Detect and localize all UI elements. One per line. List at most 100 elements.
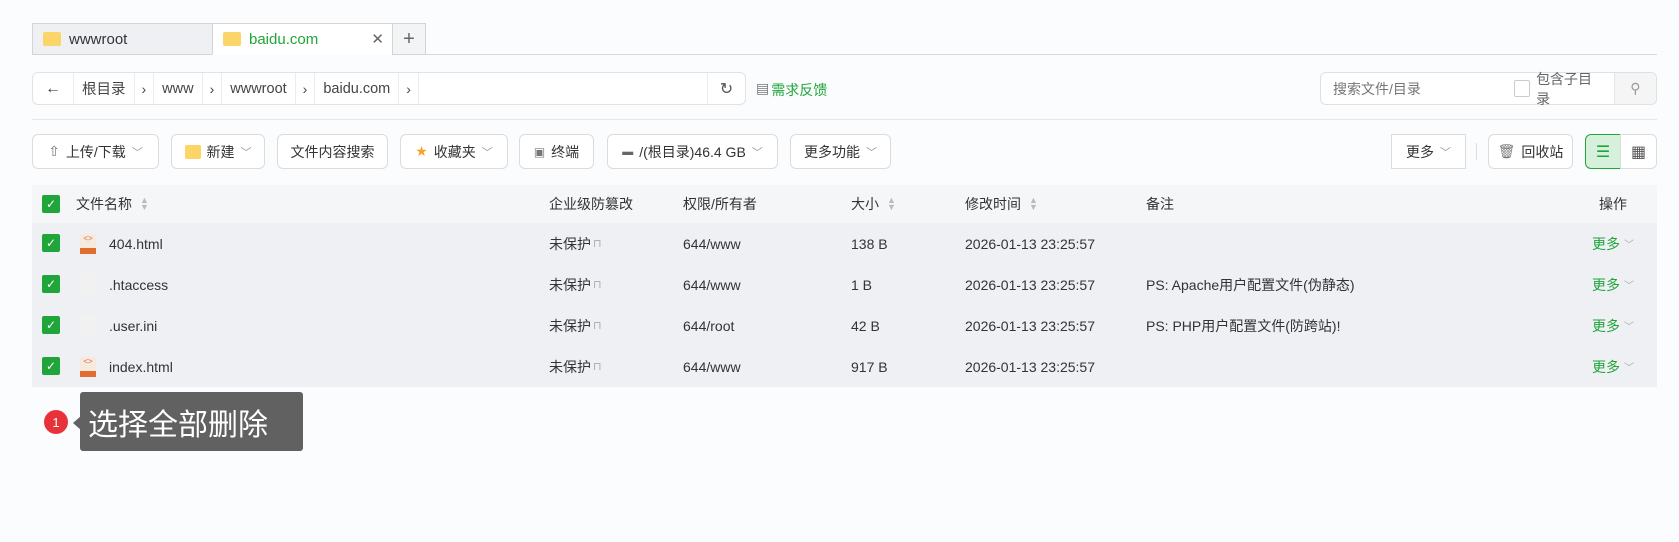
chevron-down-icon: ﹀ — [866, 146, 877, 159]
button-label: 更多功能 — [804, 143, 860, 160]
select-all-checkbox[interactable]: ✓ — [42, 195, 60, 213]
column-label: 企业级防篡改 — [549, 196, 633, 212]
tamper-status[interactable]: 未保护 ⊓ — [549, 346, 602, 387]
text-file-icon — [80, 315, 96, 335]
sort-icon: ▲ ▼ — [1029, 195, 1038, 212]
chevron-down-icon: ﹀ — [751, 146, 763, 159]
recycle-bin-button[interactable]: 🗑 回收站 — [1488, 134, 1573, 169]
tamper-label: 未保护 — [549, 235, 591, 252]
row-checkbox[interactable]: ✓ — [42, 357, 60, 375]
file-name[interactable]: 404.html — [109, 223, 163, 264]
chevron-down-icon: ﹀ — [131, 146, 143, 159]
tamper-status[interactable]: 未保护 ⊓ — [549, 264, 602, 305]
file-name[interactable]: .htaccess — [109, 264, 168, 305]
modified-time: 2026-01-13 23:25:57 — [965, 276, 1095, 293]
row-more-button[interactable]: 更多 ﹀ — [1592, 346, 1634, 387]
close-tab-icon[interactable]: ✕ — [371, 30, 384, 48]
include-subdir-checkbox[interactable] — [1514, 80, 1531, 97]
row-checkbox[interactable]: ✓ — [42, 234, 60, 252]
content-search-button[interactable]: 文件内容搜索 — [277, 134, 388, 169]
file-name[interactable]: .user.ini — [109, 305, 157, 346]
button-label: 收藏夹 — [433, 143, 476, 160]
refresh-icon[interactable]: ↻ — [707, 73, 745, 104]
row-more-button[interactable]: 更多 ﹀ — [1592, 264, 1634, 305]
chevron-right-icon[interactable]: › — [135, 73, 155, 104]
breadcrumb-item[interactable]: baidu.com — [315, 73, 400, 104]
html-file-icon: <> — [80, 357, 96, 377]
row-checkbox[interactable]: ✓ — [42, 316, 60, 334]
column-tamper: 企业级防篡改 — [549, 185, 633, 223]
table-row[interactable]: ✓ .user.ini 未保护 ⊓ 644/root 42 B 2026-01-1… — [32, 305, 1657, 346]
list-icon: ☰ — [1595, 143, 1611, 161]
modified-time: 2026-01-13 23:25:57 — [965, 317, 1095, 334]
tamper-status[interactable]: 未保护 ⊓ — [549, 305, 602, 346]
unlock-icon: ⊓ — [593, 279, 602, 291]
note[interactable]: PS: Apache用户配置文件(伪静态) — [1146, 264, 1355, 305]
button-label: 文件内容搜索 — [290, 143, 375, 160]
button-label: 更多 — [1406, 143, 1434, 160]
new-button[interactable]: 新建 ﹀ — [171, 134, 265, 169]
separator — [1476, 143, 1477, 160]
text-file-icon — [80, 274, 96, 294]
tab-baidu-com[interactable]: baidu.com ✕ — [212, 23, 393, 55]
permission[interactable]: 644/www — [683, 223, 741, 264]
permission[interactable]: 644/root — [683, 305, 734, 346]
trash-icon: 🗑 — [1497, 143, 1516, 159]
favorites-button[interactable]: ★ 收藏夹 ﹀ — [400, 134, 508, 169]
breadcrumb-item[interactable]: www — [154, 73, 203, 104]
tamper-status[interactable]: 未保护 ⊓ — [549, 223, 602, 264]
note[interactable]: PS: PHP用户配置文件(防跨站)! — [1146, 305, 1340, 346]
row-more-button[interactable]: 更多 ﹀ — [1592, 223, 1634, 264]
sort-icon: ▲ ▼ — [140, 195, 149, 212]
more-button[interactable]: 更多 ﹀ — [1391, 134, 1466, 169]
grid-view-button[interactable]: ▦ — [1620, 134, 1657, 169]
unlock-icon: ⊓ — [593, 238, 602, 250]
permission[interactable]: 644/www — [683, 346, 741, 387]
disk-button[interactable]: ▬ /(根目录)46.4 GB ﹀ — [607, 134, 778, 169]
grid-icon: ▦ — [1630, 143, 1647, 161]
column-size[interactable]: 大小 ▲ ▼ — [851, 185, 896, 223]
chevron-down-icon: ﹀ — [240, 146, 252, 159]
column-mtime[interactable]: 修改时间 ▲ ▼ — [965, 185, 1038, 223]
more-label: 更多 — [1592, 235, 1620, 252]
html-file-icon: <> — [80, 234, 96, 254]
upload-download-button[interactable]: ⇧ 上传/下载 ﹀ — [32, 134, 159, 169]
row-more-button[interactable]: 更多 ﹀ — [1592, 305, 1634, 346]
row-checkbox[interactable]: ✓ — [42, 275, 60, 293]
back-arrow-icon[interactable]: ← — [33, 73, 74, 104]
column-name[interactable]: 文件名称 ▲ ▼ — [76, 185, 149, 223]
chevron-down-icon: ﹀ — [1624, 363, 1634, 374]
column-note: 备注 — [1146, 185, 1174, 223]
terminal-button[interactable]: ▣ 终端 — [519, 134, 594, 169]
modified-time: 2026-01-13 23:25:57 — [965, 235, 1095, 252]
breadcrumb-item[interactable]: wwwroot — [222, 73, 296, 104]
column-label: 操作 — [1599, 196, 1627, 212]
feedback-link[interactable]: ▤ 需求反馈 — [756, 80, 827, 100]
chevron-down-icon: ﹀ — [1624, 240, 1634, 251]
chevron-down-icon: ﹀ — [1624, 322, 1634, 333]
button-label: 回收站 — [1521, 143, 1564, 160]
list-view-button[interactable]: ☰ — [1585, 134, 1621, 169]
chevron-right-icon[interactable]: › — [203, 73, 223, 104]
permission[interactable]: 644/www — [683, 264, 741, 305]
more-label: 更多 — [1592, 276, 1620, 293]
search-icon[interactable]: ⚲ — [1613, 73, 1656, 104]
chevron-right-icon[interactable]: › — [296, 73, 316, 104]
breadcrumb-item[interactable]: 根目录 — [74, 73, 135, 104]
chevron-right-icon[interactable]: › — [399, 73, 419, 104]
tab-wwwroot[interactable]: wwwroot — [32, 23, 213, 55]
table-row[interactable]: ✓ <> 404.html 未保护 ⊓ 644/www 138 B 2026-01-… — [32, 223, 1657, 264]
chevron-down-icon: ﹀ — [1440, 146, 1451, 159]
table-row[interactable]: ✓ <> index.html 未保护 ⊓ 644/www 917 B 2026-0… — [32, 346, 1657, 387]
add-tab-button[interactable]: + — [392, 23, 426, 55]
file-size: 42 B — [851, 317, 880, 334]
file-name[interactable]: index.html — [109, 346, 173, 387]
include-subdir-label: 包含子目录 — [1536, 70, 1593, 107]
more-features-button[interactable]: 更多功能 ﹀ — [790, 134, 891, 169]
column-label: 备注 — [1146, 196, 1174, 212]
table-row[interactable]: ✓ .htaccess 未保护 ⊓ 644/www 1 B 2026-01-13 … — [32, 264, 1657, 305]
terminal-icon: ▣ — [533, 144, 546, 159]
search-input[interactable] — [1321, 80, 1514, 97]
column-label: 文件名称 — [76, 196, 132, 212]
breadcrumb: ← 根目录 › www › wwwroot › baidu.com › ↻ — [32, 72, 746, 105]
